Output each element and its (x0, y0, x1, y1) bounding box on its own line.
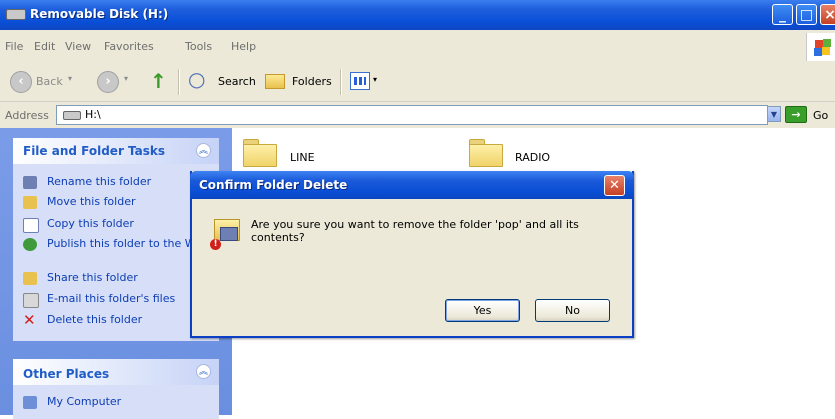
back-dropdown-icon[interactable]: ▾ (68, 74, 72, 83)
address-input[interactable]: H:\ (56, 105, 768, 125)
removable-drive-icon (6, 9, 26, 20)
menu-tools[interactable]: Tools (185, 40, 212, 53)
folder-icon[interactable] (469, 139, 503, 167)
delete-x-icon: ✕ (23, 311, 36, 329)
email-icon (23, 293, 39, 308)
confirm-folder-delete-dialog: Confirm Folder Delete ✕ ! Are you sure y… (190, 171, 634, 338)
copy-icon (23, 218, 39, 233)
dialog-titlebar[interactable]: Confirm Folder Delete ✕ (190, 171, 634, 199)
panel-title: File and Folder Tasks (23, 144, 166, 158)
rename-icon (23, 176, 37, 189)
folder-name-line[interactable]: LINE (290, 151, 315, 164)
place-label: My Computer (47, 395, 122, 408)
other-places-panel: Other Places ︽ My Computer (13, 359, 219, 419)
yes-button[interactable]: Yes (445, 299, 520, 322)
search-button[interactable]: Search (218, 75, 256, 88)
address-dropdown-button[interactable]: ▼ (767, 106, 781, 122)
menu-view[interactable]: View (65, 40, 91, 53)
dialog-title: Confirm Folder Delete (199, 178, 348, 192)
move-icon (23, 196, 37, 209)
dialog-close-button[interactable]: ✕ (604, 175, 625, 196)
computer-icon (23, 396, 37, 409)
toolbar-separator (178, 69, 180, 95)
panel-header[interactable]: Other Places ︽ (13, 359, 219, 385)
toolbar-separator (340, 69, 342, 95)
menu-favorites[interactable]: Favorites (104, 40, 154, 53)
folders-icon[interactable] (265, 74, 285, 89)
address-value: H:\ (85, 108, 101, 121)
menu-edit[interactable]: Edit (34, 40, 55, 53)
close-button[interactable]: × (820, 4, 835, 25)
forward-arrow-icon[interactable]: › (97, 71, 119, 93)
go-button[interactable]: Go (813, 109, 828, 122)
menu-file[interactable]: File (5, 40, 23, 53)
address-bar: Address H:\ ▼ → Go (0, 102, 835, 129)
views-icon[interactable] (350, 72, 370, 90)
menu-bar: File Edit View Favorites Tools Help (0, 30, 835, 64)
up-folder-icon[interactable]: ↑ (150, 69, 167, 93)
window-titlebar[interactable]: Removable Disk (H:) _ □ × (0, 0, 835, 30)
search-icon[interactable]: ○ (188, 67, 205, 91)
globe-icon (23, 238, 37, 251)
back-button[interactable]: Back (36, 75, 63, 88)
window-title: Removable Disk (H:) (30, 7, 169, 21)
no-button[interactable]: No (535, 299, 610, 322)
drive-icon (63, 111, 81, 120)
go-arrow-icon[interactable]: → (785, 106, 807, 123)
forward-dropdown-icon[interactable]: ▾ (124, 74, 128, 83)
share-icon (23, 272, 37, 285)
panel-title: Other Places (23, 367, 110, 381)
windows-logo-icon (806, 33, 835, 61)
folders-button[interactable]: Folders (292, 75, 332, 88)
folder-name-radio[interactable]: RADIO (515, 151, 550, 164)
collapse-chevron-icon[interactable]: ︽ (196, 364, 211, 379)
panel-header[interactable]: File and Folder Tasks ︽ (13, 138, 219, 164)
menu-help[interactable]: Help (231, 40, 256, 53)
file-folder-tasks-panel: File and Folder Tasks ︽ Rename this fold… (13, 138, 219, 341)
folder-icon[interactable] (243, 139, 277, 167)
back-arrow-icon[interactable]: ‹ (10, 71, 32, 93)
views-dropdown-icon[interactable]: ▾ (373, 75, 377, 84)
maximize-button[interactable]: □ (796, 4, 817, 25)
address-label: Address (5, 109, 49, 122)
minimize-button[interactable]: _ (772, 4, 793, 25)
dialog-message: Are you sure you want to remove the fold… (251, 218, 579, 244)
toolbar: ‹ Back ▾ › ▾ ↑ ○ Search Folders ▾ (0, 63, 835, 102)
collapse-chevron-icon[interactable]: ︽ (196, 143, 211, 158)
delete-folder-warning-icon: ! (208, 215, 242, 251)
